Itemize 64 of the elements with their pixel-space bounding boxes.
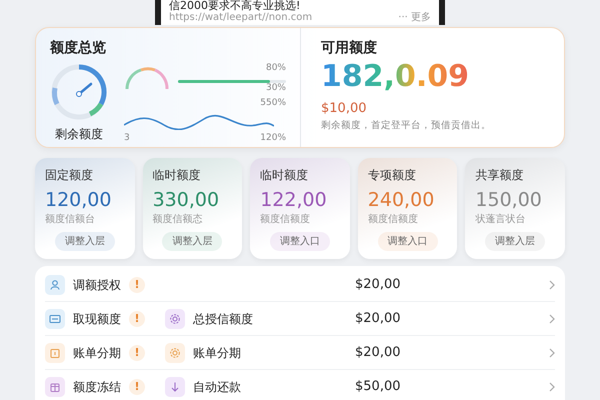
gauge-label: 剩余额度: [55, 126, 103, 143]
list-row[interactable]: 调额授权 ! $20,00: [45, 268, 555, 302]
row-amount: $20,00: [355, 344, 402, 362]
card-amount: 120,00: [45, 188, 112, 212]
percent-label: 80%: [264, 63, 286, 74]
row-amount: $20,00: [355, 310, 402, 328]
axis-label: 3: [124, 133, 130, 144]
row-label: 取现额度: [73, 310, 121, 328]
chevron-icon: [549, 280, 555, 290]
note-text: 剩余额度，首定登平台，预借贡借出。: [321, 118, 491, 132]
row-amount: $20,00: [355, 276, 402, 294]
row-label: 总授信额度: [193, 310, 253, 328]
box-icon: [45, 376, 65, 396]
adjust-button[interactable]: 调整入层: [54, 232, 115, 251]
list-row[interactable]: 账单分期 ! 账单分期 $20,00: [45, 336, 555, 370]
person-icon: [45, 274, 65, 294]
card-title: 临时额度: [260, 167, 310, 184]
section-title: 额度总览: [50, 38, 107, 58]
card-title: 共享额度: [475, 167, 524, 184]
card-amount: 150,00: [475, 188, 543, 212]
page-title: 信2000要求不高专业挑选!: [169, 0, 302, 12]
list-row[interactable]: 取现额度 ! 总授信额度 $20,00: [45, 302, 555, 336]
alert-badge: !: [129, 344, 145, 360]
card-desc: 额度信额度: [260, 212, 312, 227]
percent-label: 120%: [260, 133, 286, 144]
adjust-button[interactable]: 调整入口: [270, 232, 330, 251]
gear-icon: [165, 308, 185, 328]
card-amount: 122,00: [260, 188, 328, 212]
row-label: 账单分期: [73, 344, 121, 362]
section-title: 可用额度: [321, 38, 378, 58]
more-link[interactable]: ··· 更多: [398, 12, 431, 24]
chevron-icon: [549, 314, 555, 324]
adjust-button[interactable]: 调整入层: [485, 232, 546, 251]
calendar-icon: [45, 342, 65, 362]
card-title: 临时额度: [152, 167, 202, 184]
card-amount: 240,00: [368, 188, 436, 212]
gauge-drawing: [50, 63, 108, 121]
card-amount: 330,00: [152, 188, 220, 212]
row-label: 自动还款: [193, 378, 241, 396]
chevron-icon: [549, 348, 555, 358]
row-label: 调额授权: [73, 276, 121, 294]
gear-icon: [165, 342, 185, 362]
row-amount: $50,00: [355, 378, 402, 396]
url-text[interactable]: https://wat/leepart//non.com: [169, 12, 312, 24]
card-title: 固定额度: [45, 167, 94, 184]
percent-label: 550%: [259, 98, 286, 109]
percent-label: 30%: [264, 83, 286, 94]
alert-badge: !: [129, 276, 145, 292]
chevron-icon: [549, 382, 555, 392]
row-label: 账单分期: [193, 344, 241, 362]
card-desc: 额度信额台: [45, 212, 96, 227]
row-label: 额度冻结: [73, 378, 121, 396]
card-desc: 额度信额态: [152, 212, 204, 227]
adjust-button[interactable]: 调整入口: [378, 232, 438, 251]
sub-amount: $10,00: [321, 100, 368, 118]
card-desc: 额度信额度: [368, 212, 419, 227]
card-icon: [45, 308, 65, 328]
arrow-down-icon: [165, 376, 185, 396]
card-title: 专项额度: [368, 167, 417, 184]
alert-badge: !: [129, 310, 145, 326]
card-desc: 状蓬言状台: [475, 212, 526, 227]
alert-badge: !: [129, 378, 145, 394]
adjust-button[interactable]: 调整入层: [162, 232, 222, 251]
list-row[interactable]: 额度冻结 ! 自动还款 $50,00: [45, 370, 555, 400]
